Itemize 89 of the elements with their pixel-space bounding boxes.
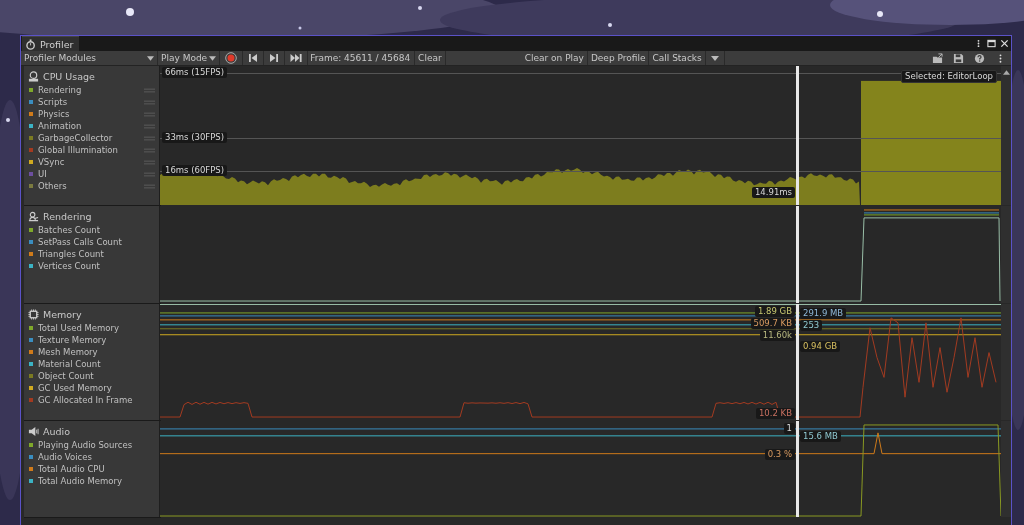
profiler-modules-dropdown[interactable]: Profiler Modules — [21, 51, 158, 65]
caret-icon — [147, 55, 154, 61]
series-color-swatch[interactable] — [29, 264, 33, 268]
series-label[interactable]: Others — [38, 181, 144, 191]
series-label[interactable]: Total Audio CPU — [38, 464, 159, 474]
save-icon[interactable] — [953, 52, 964, 64]
clear-button[interactable]: Clear — [415, 51, 446, 65]
series-color-swatch[interactable] — [29, 160, 33, 164]
value-label: 10.2 KB — [755, 408, 795, 419]
series-label[interactable]: SetPass Calls Count — [38, 237, 159, 247]
series-label[interactable]: UI — [38, 169, 144, 179]
maximize-icon[interactable] — [987, 39, 996, 48]
series-color-swatch[interactable] — [29, 398, 33, 402]
selected-label: Selected: EditorLoop — [901, 70, 997, 83]
series-label[interactable]: Total Used Memory — [38, 323, 159, 333]
series-color-swatch[interactable] — [29, 252, 33, 256]
cpu-icon — [28, 70, 39, 82]
series-label[interactable]: Object Count — [38, 371, 159, 381]
skip-forward-icon — [290, 53, 303, 63]
series-color-swatch[interactable] — [29, 467, 33, 471]
profiler-tab[interactable]: Profiler — [22, 36, 80, 51]
module-title[interactable]: Memory — [43, 308, 82, 320]
series-color-swatch[interactable] — [29, 228, 33, 232]
series-label[interactable]: Animation — [38, 121, 144, 131]
record-icon — [225, 52, 238, 64]
caret-icon — [209, 55, 217, 61]
grid-label: 66ms (15FPS) — [162, 67, 228, 78]
load-icon[interactable] — [932, 52, 943, 64]
series-color-swatch[interactable] — [29, 326, 33, 330]
module-title[interactable]: Rendering — [43, 210, 92, 222]
series-color-swatch[interactable] — [29, 184, 33, 188]
series-color-swatch[interactable] — [29, 362, 33, 366]
series-label[interactable]: Rendering — [38, 85, 144, 95]
series-color-swatch[interactable] — [29, 455, 33, 459]
caret-icon — [710, 55, 719, 61]
series-label[interactable]: GC Allocated In Frame — [38, 395, 159, 405]
series-label[interactable]: Vertices Count — [38, 261, 159, 271]
help-icon[interactable] — [974, 52, 985, 64]
play-mode-dropdown[interactable]: Play Mode — [158, 51, 221, 65]
series-color-swatch[interactable] — [29, 100, 33, 104]
value-label: 1 — [783, 423, 795, 434]
series-color-swatch[interactable] — [29, 338, 33, 342]
series-label[interactable]: GarbageCollector — [38, 133, 144, 143]
value-label: 0.3 % — [764, 449, 795, 460]
stopwatch-icon — [26, 38, 37, 50]
series-label[interactable]: Playing Audio Sources — [38, 440, 159, 450]
grid-label: 16ms (60FPS) — [162, 165, 228, 176]
series-label[interactable]: GC Used Memory — [38, 383, 159, 393]
speaker-icon — [28, 425, 39, 437]
teapot-icon — [28, 210, 39, 222]
series-color-swatch[interactable] — [29, 88, 33, 92]
series-label[interactable]: Total Audio Memory — [38, 476, 159, 486]
scroll-up-icon[interactable] — [1003, 70, 1010, 75]
series-color-swatch[interactable] — [29, 443, 33, 447]
series-label[interactable]: Batches Count — [38, 225, 159, 235]
value-label: 253 — [800, 320, 823, 331]
value-label: 1.89 GB — [754, 306, 795, 317]
series-label[interactable]: VSync — [38, 157, 144, 167]
series-color-swatch[interactable] — [29, 172, 33, 176]
value-label: 11.60k — [759, 330, 795, 341]
module-title[interactable]: CPU Usage — [43, 70, 95, 82]
series-color-swatch[interactable] — [29, 374, 33, 378]
series-label[interactable]: Physics — [38, 109, 144, 119]
series-label[interactable]: Material Count — [38, 359, 159, 369]
series-label[interactable]: Mesh Memory — [38, 347, 159, 357]
series-label[interactable]: Scripts — [38, 97, 144, 107]
module-title[interactable]: Audio — [43, 425, 70, 437]
series-color-swatch[interactable] — [29, 136, 33, 140]
series-label[interactable]: Triangles Count — [38, 249, 159, 259]
value-label: 15.6 MB — [800, 431, 841, 442]
series-color-swatch[interactable] — [29, 148, 33, 152]
close-icon[interactable] — [1000, 39, 1009, 48]
chip-icon — [28, 308, 39, 320]
grid-label: 33ms (30FPS) — [162, 132, 228, 143]
series-color-swatch[interactable] — [29, 112, 33, 116]
value-label: 509.7 KB — [750, 318, 795, 329]
series-label[interactable]: Texture Memory — [38, 335, 159, 345]
series-label[interactable]: Global Illumination — [38, 145, 144, 155]
value-label: 291.9 MB — [800, 308, 847, 319]
skip-back-icon — [248, 53, 259, 63]
series-color-swatch[interactable] — [29, 479, 33, 483]
value-label: 14.91ms — [751, 187, 795, 198]
series-label[interactable]: Audio Voices — [38, 452, 159, 462]
series-color-swatch[interactable] — [29, 124, 33, 128]
value-label: 0.94 GB — [800, 341, 841, 352]
series-color-swatch[interactable] — [29, 386, 33, 390]
step-forward-icon — [269, 53, 280, 63]
series-color-swatch[interactable] — [29, 240, 33, 244]
series-color-swatch[interactable] — [29, 350, 33, 354]
